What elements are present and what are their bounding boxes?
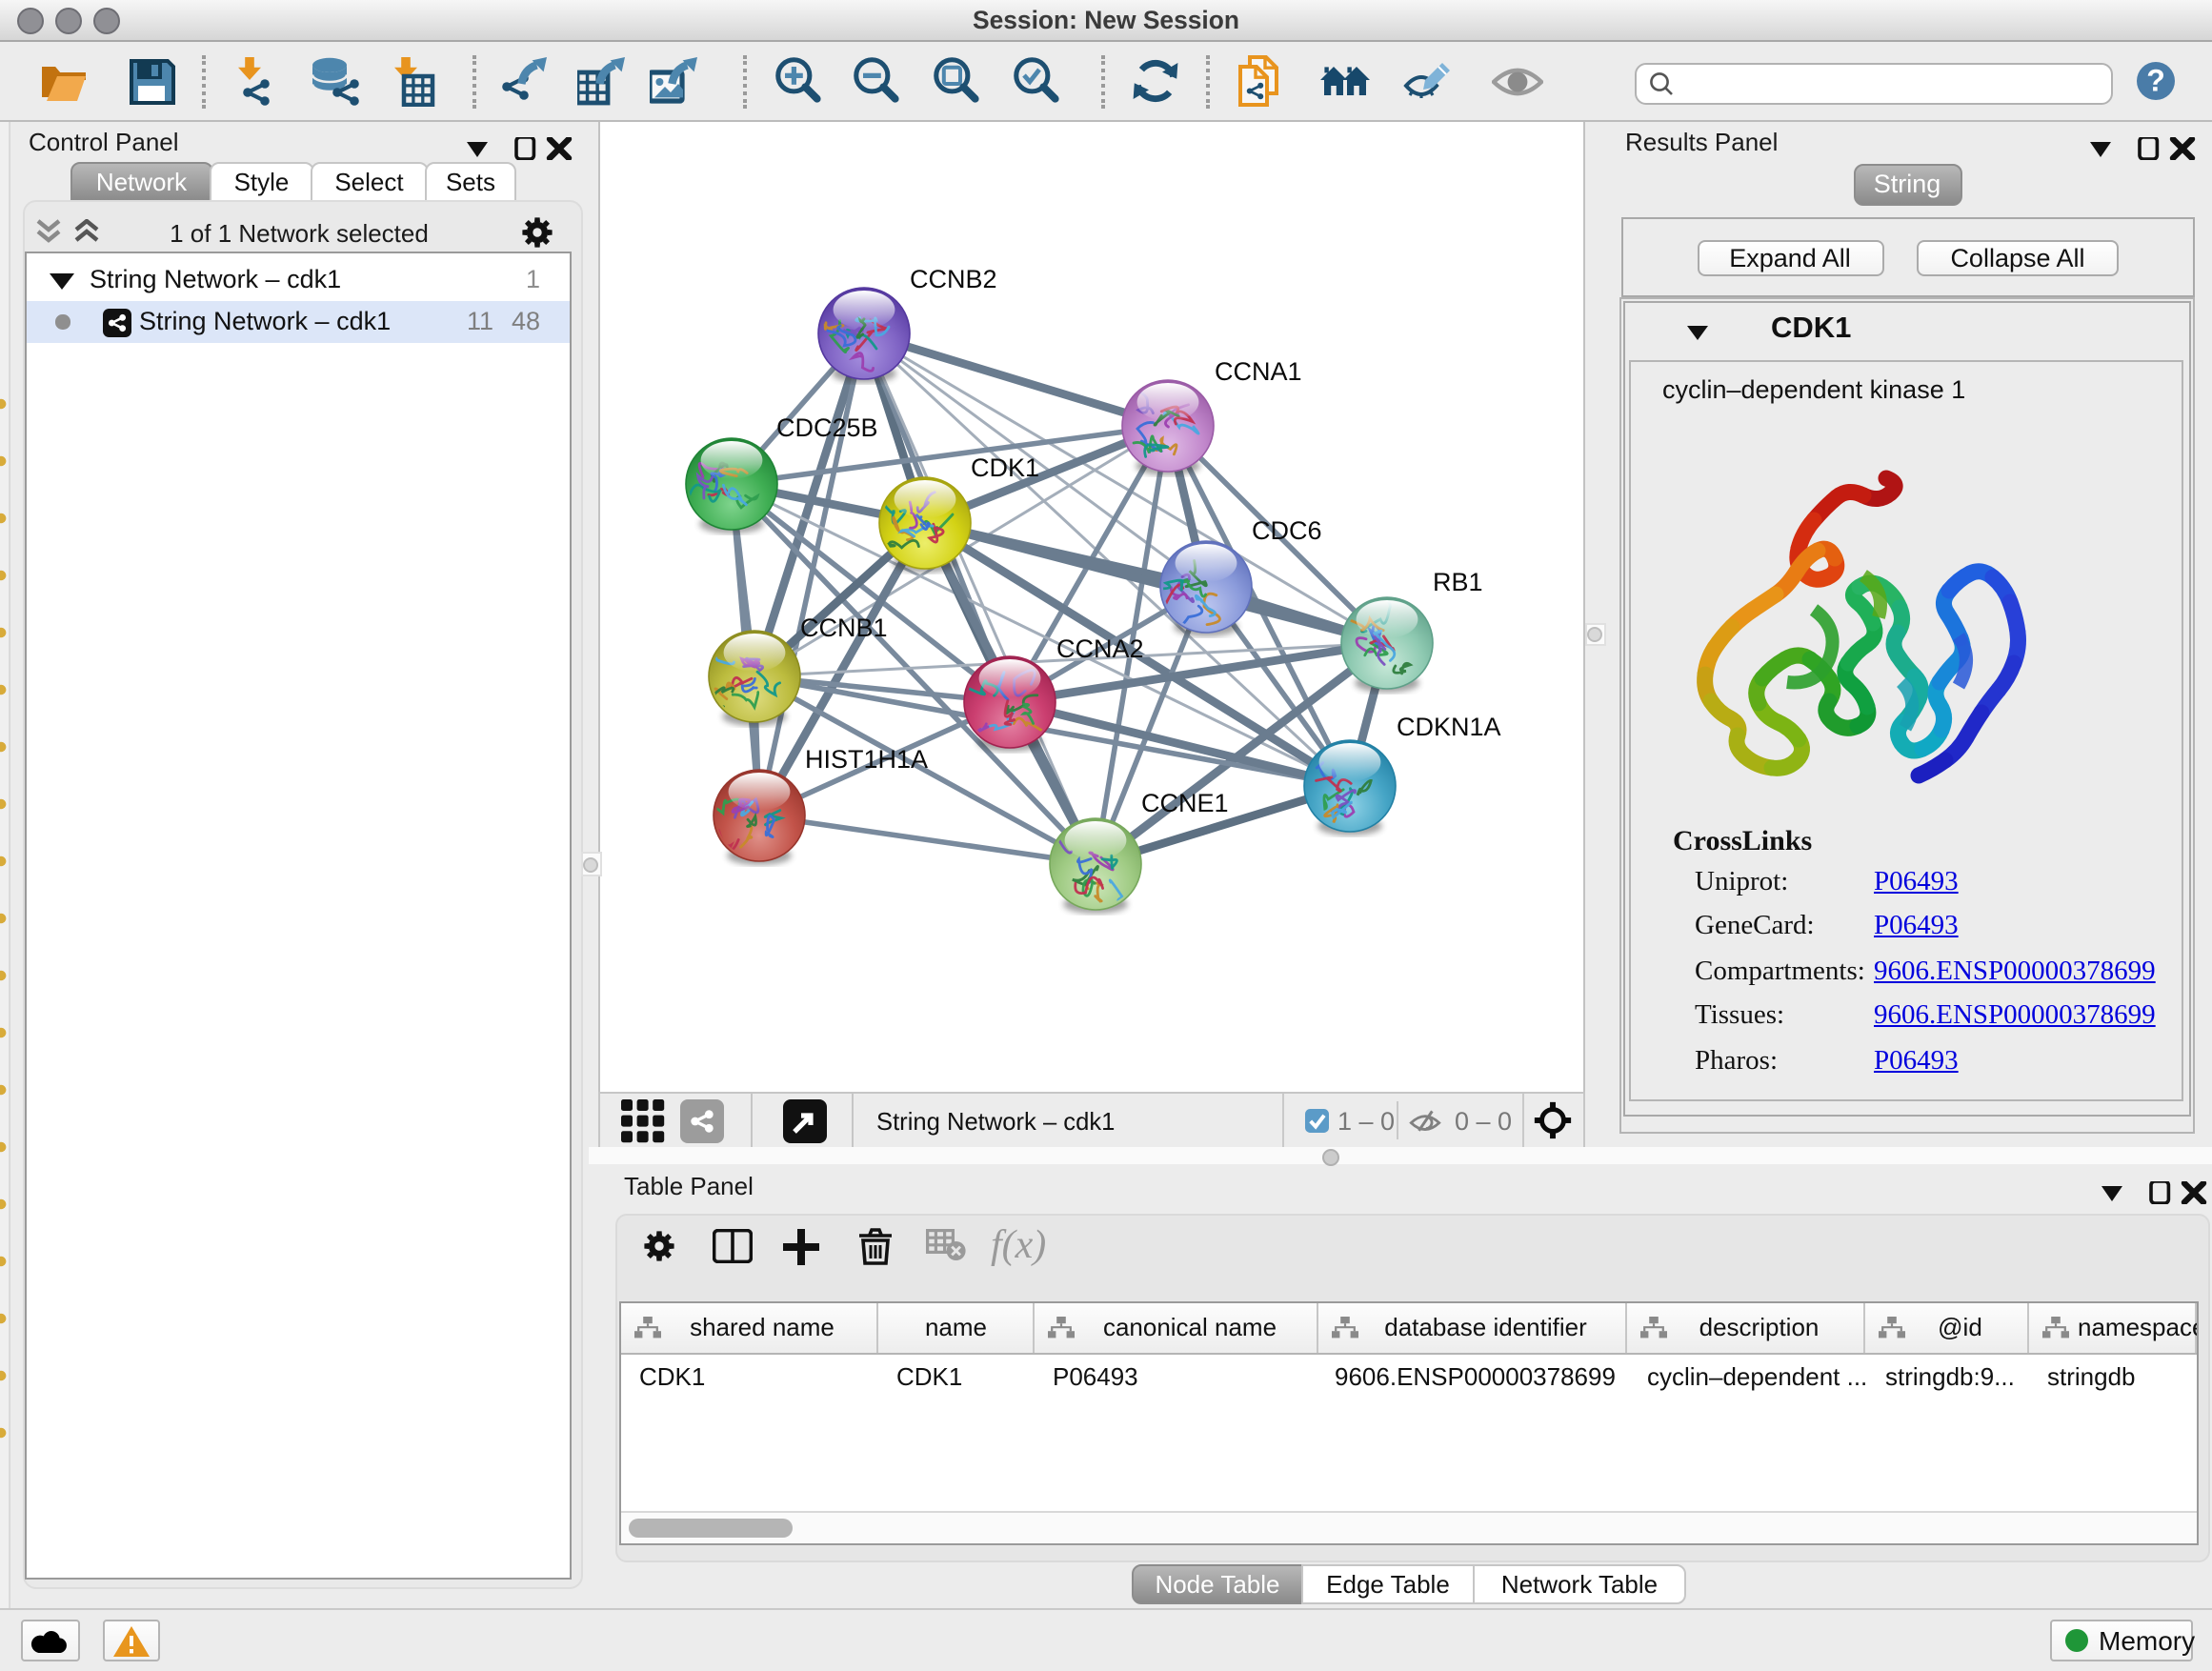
svg-text:CDC25B: CDC25B [776, 413, 878, 442]
svg-text:CCNA1: CCNA1 [1215, 357, 1302, 386]
svg-text:CCNB1: CCNB1 [800, 614, 888, 642]
svg-text:HIST1H1A: HIST1H1A [805, 745, 928, 774]
svg-text:CDC6: CDC6 [1252, 516, 1322, 545]
svg-text:?: ? [2145, 64, 2164, 98]
svg-text:RB1: RB1 [1433, 568, 1483, 596]
svg-text:CDK1: CDK1 [971, 453, 1039, 482]
svg-text:CDKN1A: CDKN1A [1397, 713, 1501, 741]
svg-text:CCNB2: CCNB2 [910, 265, 997, 293]
svg-text:CCNE1: CCNE1 [1141, 789, 1229, 817]
svg-text:CCNA2: CCNA2 [1056, 634, 1144, 663]
